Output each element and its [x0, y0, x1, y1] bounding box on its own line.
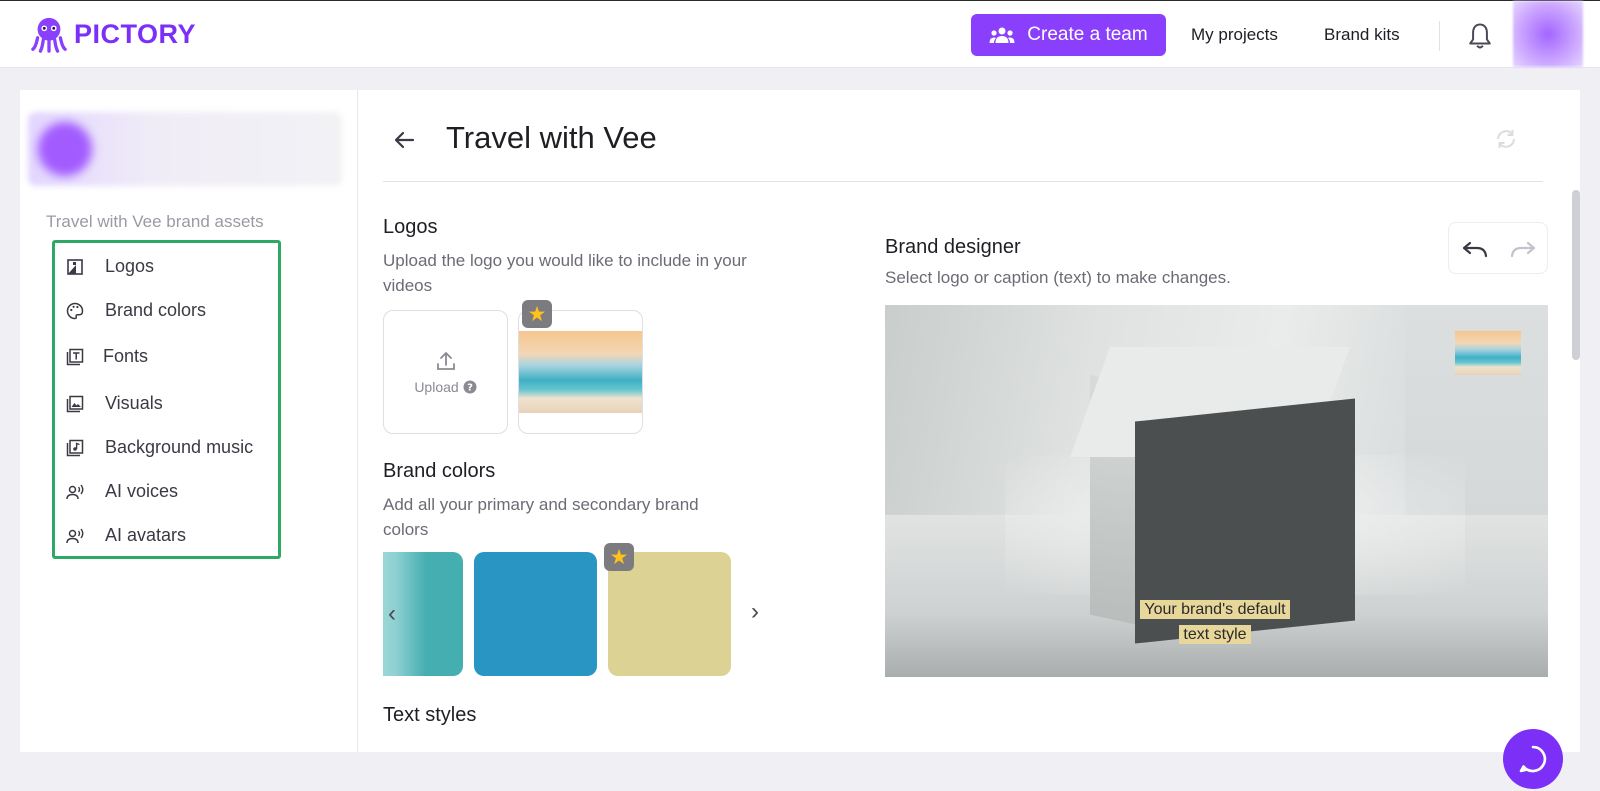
- brand-colors-heading: Brand colors: [383, 460, 496, 482]
- logos-heading: Logos: [383, 216, 438, 238]
- sync-icon[interactable]: [1493, 126, 1519, 152]
- carousel-prev-button[interactable]: ‹: [388, 600, 396, 628]
- sidebar-item-label: Brand colors: [105, 300, 207, 320]
- chat-support-button[interactable]: [1503, 729, 1563, 789]
- svg-text:?: ?: [467, 383, 473, 394]
- carousel-next-button[interactable]: ›: [751, 598, 759, 626]
- upload-icon: [436, 352, 455, 370]
- sidebar-item-logos[interactable]: Logos: [65, 256, 154, 277]
- beach-logo-image: [519, 331, 642, 413]
- text-styles-heading: Text styles: [383, 704, 477, 726]
- upload-logo-button[interactable]: Upload ?: [383, 310, 508, 434]
- sidebar-item-label: Background music: [105, 437, 254, 457]
- brand-colors-description-line1: Add all your primary and secondary brand: [383, 495, 699, 514]
- logos-description-line1: Upload the logo you would like to includ…: [383, 251, 747, 270]
- visuals-icon: [66, 395, 84, 412]
- avatar-voice-icon: [66, 528, 84, 543]
- color-swatch[interactable]: [474, 552, 597, 676]
- primary-color-star-icon[interactable]: ★: [604, 543, 634, 571]
- pictory-logo[interactable]: PICTORY: [30, 15, 196, 53]
- brand-colors-carousel: [383, 552, 741, 676]
- nav-divider: [1439, 21, 1440, 51]
- brand-name: PICTORY: [74, 18, 197, 49]
- preview-logo[interactable]: [1455, 331, 1521, 375]
- sidebar-item-label: Fonts: [103, 346, 149, 366]
- assets-heading: Travel with Vee brand assets: [46, 212, 264, 231]
- brand-designer-heading: Brand designer: [885, 236, 1021, 258]
- top-navigation-bar: PICTORY Create a team My projects Brand …: [0, 0, 1600, 68]
- sidebar-item-background-music[interactable]: Background music: [65, 437, 253, 458]
- logo-image-icon: [67, 258, 83, 275]
- brand-designer-description: Select logo or caption (text) to make ch…: [885, 268, 1231, 287]
- upload-label: Upload: [414, 379, 459, 395]
- sidebar-item-fonts[interactable]: Fonts: [65, 346, 148, 367]
- history-controls: [1448, 222, 1548, 274]
- sidebar-item-label: AI voices: [105, 481, 179, 501]
- palette-icon: [66, 302, 84, 319]
- brand-assets-sidebar: Travel with Vee brand assets Logos Brand…: [20, 90, 358, 752]
- notification-bell-icon[interactable]: [1466, 21, 1494, 51]
- font-icon: [66, 348, 84, 365]
- profile-card: [28, 112, 342, 186]
- undo-icon[interactable]: [1461, 237, 1489, 261]
- help-icon[interactable]: ?: [463, 380, 477, 394]
- redo-icon[interactable]: [1509, 237, 1537, 261]
- create-team-label: Create a team: [1027, 24, 1148, 45]
- assets-menu: Logos Brand colors Fonts Visuals Backgro…: [52, 240, 281, 559]
- page-scrollbar[interactable]: [1572, 190, 1580, 360]
- uploaded-logo-thumbnail[interactable]: [518, 310, 643, 434]
- octopus-logo-icon: [31, 17, 67, 53]
- caption-line2: text style: [1179, 625, 1251, 644]
- logos-description-line2: videos: [383, 276, 433, 295]
- brand-kits-link[interactable]: Brand kits: [1324, 25, 1400, 45]
- sidebar-item-label: AI avatars: [105, 525, 187, 545]
- back-arrow-icon[interactable]: [388, 124, 420, 156]
- user-avatar[interactable]: [1513, 1, 1583, 67]
- voice-icon: [66, 484, 84, 499]
- sidebar-item-ai-avatars[interactable]: AI avatars: [65, 525, 186, 546]
- music-icon: [66, 439, 84, 456]
- upload-label-row: Upload ?: [414, 379, 477, 395]
- default-star-icon[interactable]: ★: [522, 300, 552, 328]
- team-icon: [989, 27, 1015, 43]
- sidebar-item-visuals[interactable]: Visuals: [65, 393, 163, 414]
- preview-caption[interactable]: Your brand's default text style: [1133, 597, 1297, 647]
- chat-bubble-icon: [1519, 745, 1547, 773]
- sidebar-item-label: Logos: [105, 256, 155, 276]
- page-title: Travel with Vee: [446, 120, 657, 155]
- caption-line1: Your brand's default: [1140, 600, 1290, 619]
- create-team-button[interactable]: Create a team: [971, 14, 1166, 56]
- sidebar-item-ai-voices[interactable]: AI voices: [65, 481, 178, 502]
- brand-designer-preview[interactable]: Your brand's default text style: [885, 305, 1548, 677]
- title-divider: [383, 181, 1543, 182]
- sidebar-item-label: Visuals: [105, 393, 163, 413]
- brand-colors-description-line2: colors: [383, 520, 429, 539]
- sidebar-item-brand-colors[interactable]: Brand colors: [65, 300, 206, 321]
- brand-kit-editor: Travel with Vee Logos Upload the logo yo…: [358, 90, 1580, 752]
- my-projects-link[interactable]: My projects: [1191, 25, 1278, 45]
